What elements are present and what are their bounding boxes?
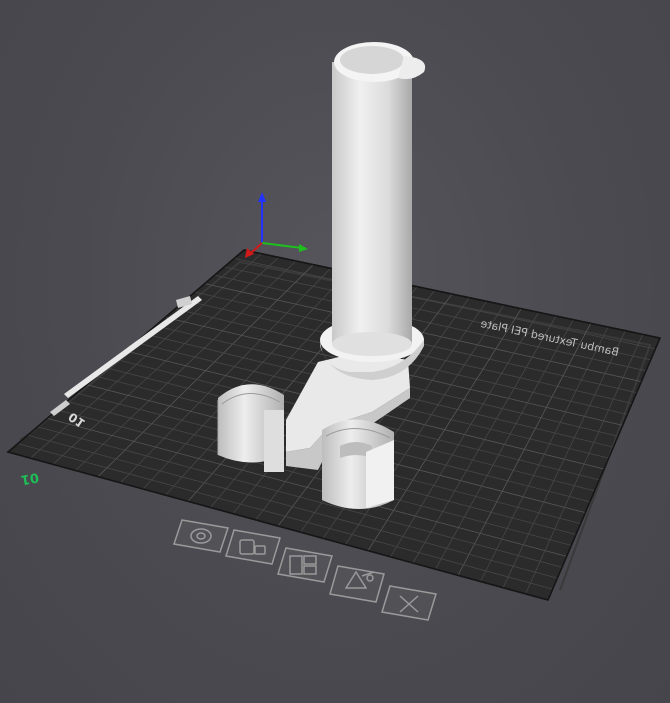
axis-gizmo — [245, 192, 308, 258]
origin-label: 01 — [19, 469, 39, 487]
scene-canvas[interactable]: Bambu Textured PEI Plate 01 01 — [0, 0, 670, 703]
orient-button[interactable] — [173, 519, 229, 553]
axis-y-arrow-icon — [299, 244, 308, 252]
auto-arrange-button[interactable] — [225, 529, 281, 565]
3d-viewport[interactable]: Bambu Textured PEI Plate 01 01 — [0, 0, 670, 703]
plate-layout-button[interactable] — [277, 547, 333, 583]
axis-z-arrow-icon — [258, 192, 266, 202]
remove-plate-button[interactable] — [381, 585, 437, 621]
model-vertical-tube — [332, 42, 426, 356]
model-right-clip — [322, 419, 394, 509]
axis-y — [261, 242, 303, 249]
plate-settings-button[interactable] — [329, 565, 385, 603]
